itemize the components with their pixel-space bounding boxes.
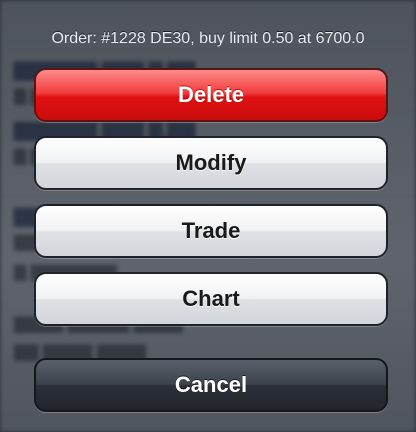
action-sheet-title: Order: #1228 DE30, buy limit 0.50 at 670… — [51, 30, 365, 47]
order-actions-screen: ▇▇▇▇▇▇ ▇▇▇ ▇.▇▇ ▇.▇▇▇▇▇ → ▇.▇▇▇▇▇ ▇▇▇▇▇▇… — [0, 0, 416, 432]
modify-button[interactable]: Modify — [34, 136, 388, 190]
chart-button-label: Chart — [182, 286, 240, 311]
delete-button[interactable]: Delete — [34, 68, 388, 122]
cancel-button[interactable]: Cancel — [34, 358, 388, 412]
delete-button-label: Delete — [177, 82, 245, 107]
cancel-button-label: Cancel — [174, 372, 248, 397]
trade-button-label: Trade — [181, 218, 241, 243]
action-sheet: Order: #1228 DE30, buy limit 0.50 at 670… — [0, 0, 416, 432]
modify-button-label: Modify — [175, 150, 247, 175]
trade-button[interactable]: Trade — [34, 204, 388, 258]
chart-button[interactable]: Chart — [34, 272, 388, 326]
